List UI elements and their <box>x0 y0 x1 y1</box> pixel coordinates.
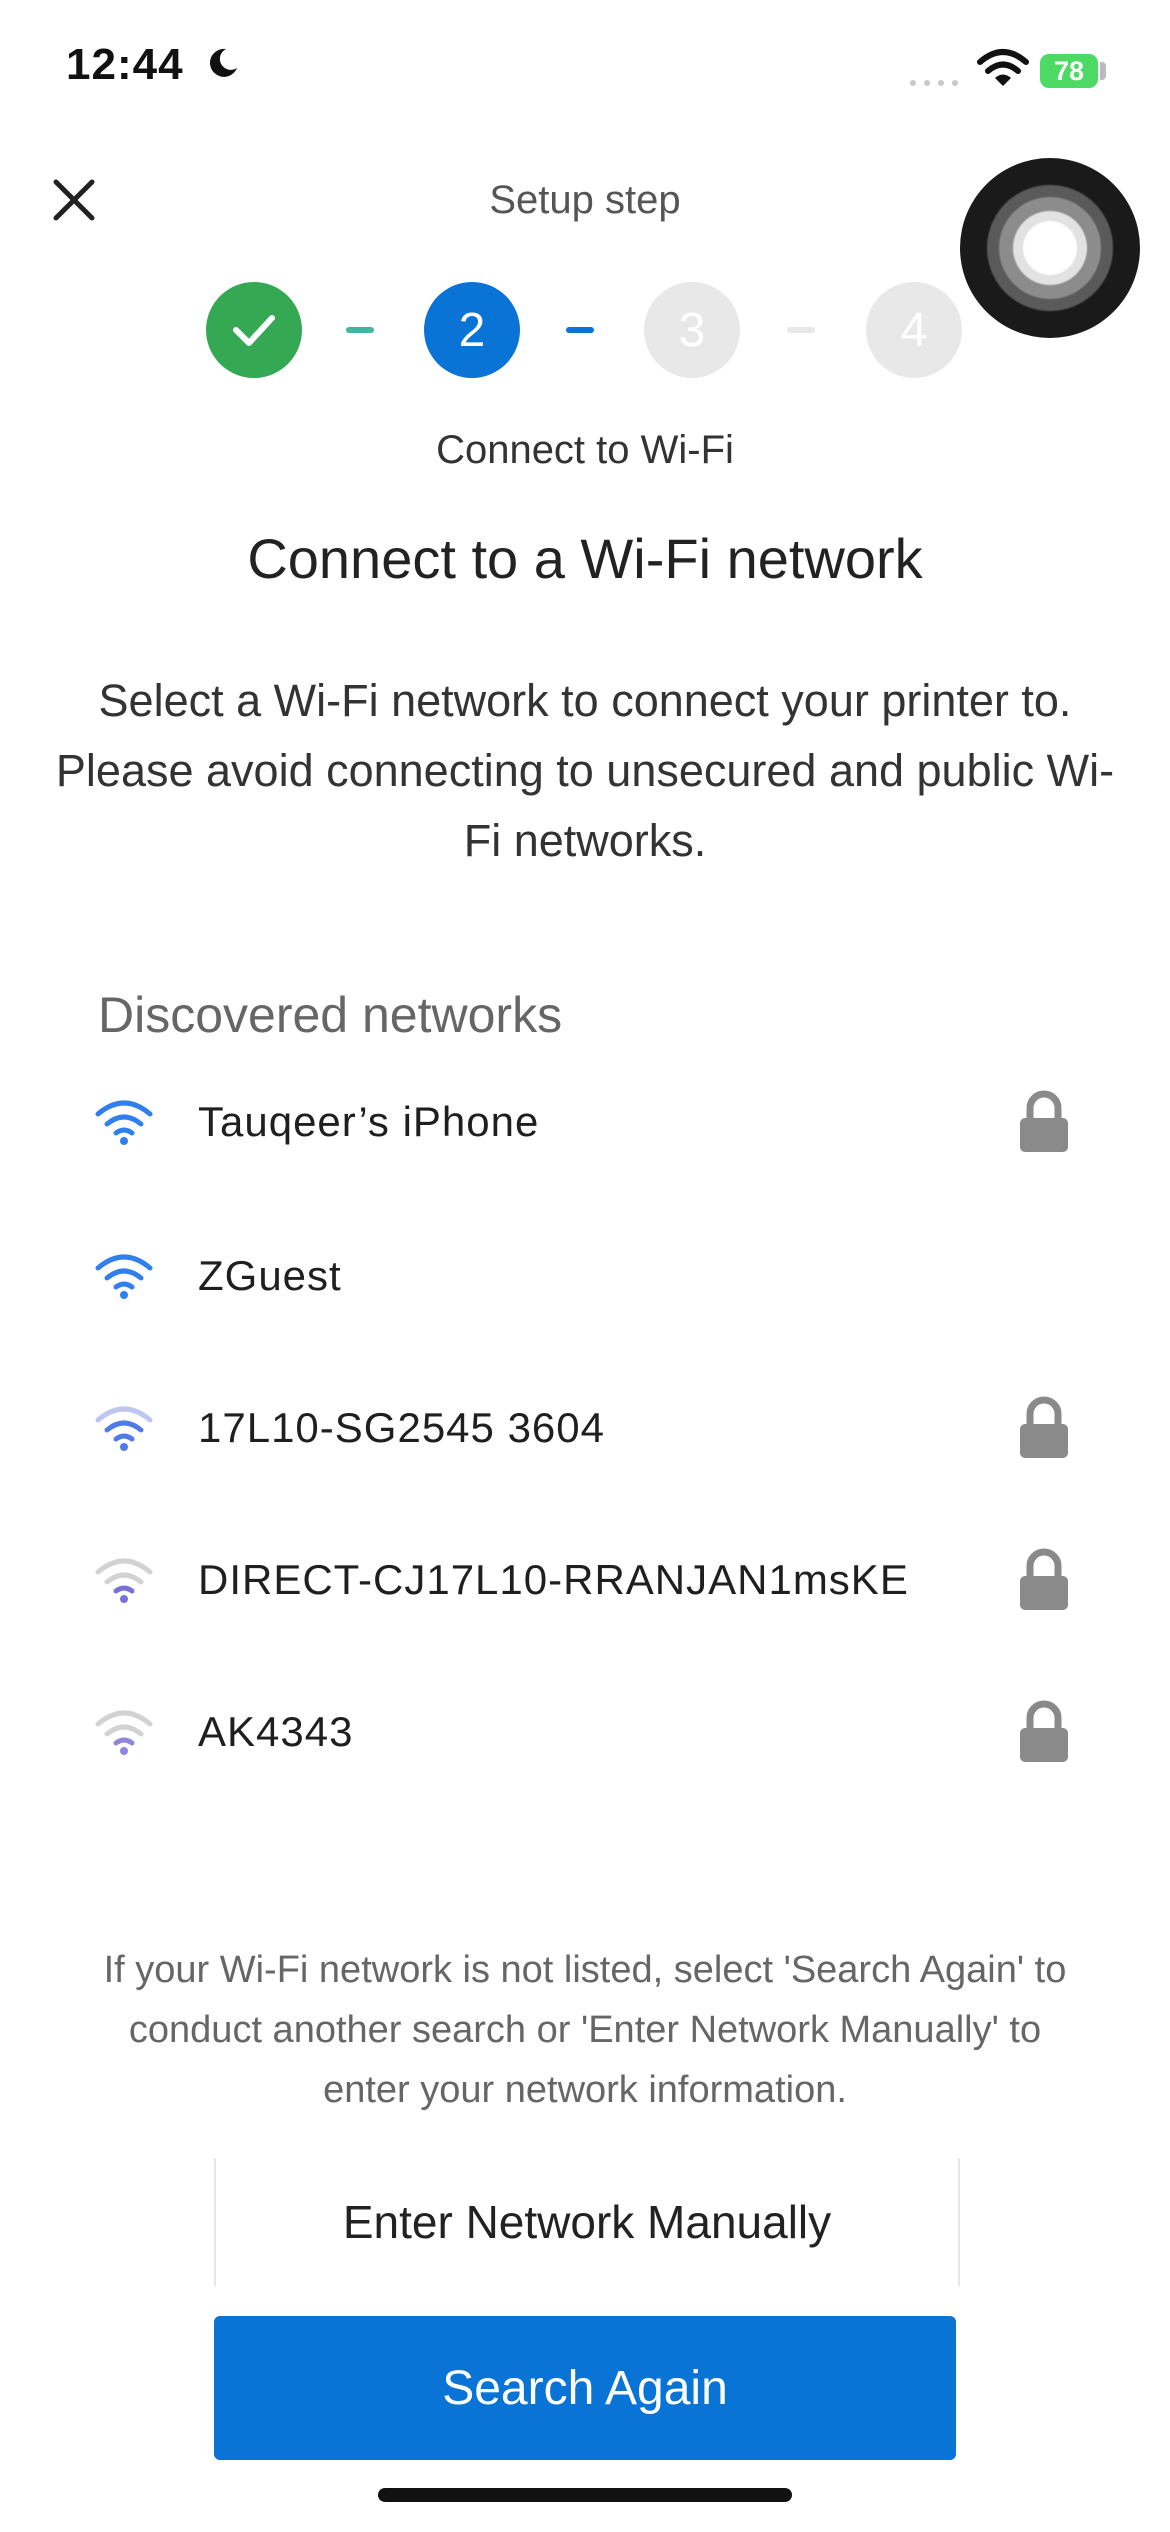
current-step-label: Connect to Wi-Fi <box>436 428 734 472</box>
home-indicator[interactable] <box>378 2488 792 2502</box>
network-row-tauqeers-iphone[interactable]: Tauqeer’s iPhone <box>60 1056 1110 1186</box>
wifi-signal-icon <box>95 1406 153 1451</box>
lock-icon <box>1020 1090 1068 1152</box>
cellular-signal-icon <box>910 80 958 86</box>
lock-icon <box>1020 1700 1068 1762</box>
screen-record-overlay[interactable] <box>960 158 1140 338</box>
search-again-button[interactable]: Search Again <box>214 2316 956 2460</box>
step-1-complete <box>206 282 302 378</box>
battery-tip <box>1100 62 1106 80</box>
wifi-signal-icon <box>95 1710 153 1755</box>
instructions-text: Select a Wi-Fi network to connect your p… <box>55 675 1115 866</box>
status-time: 12:44 <box>66 40 184 89</box>
network-row-ak4343[interactable]: AK4343 <box>60 1666 1110 1796</box>
step-connector <box>566 327 594 333</box>
moon-icon <box>209 48 237 77</box>
wifi-status-icon <box>977 49 1029 86</box>
network-row-direct-cj17l10[interactable]: DIRECT-CJ17L10-RRANJAN1msKE <box>60 1514 1110 1644</box>
network-name: Tauqeer’s iPhone <box>198 1098 540 1145</box>
lock-icon <box>1020 1396 1068 1458</box>
step-3-pending: 3 <box>644 282 740 378</box>
help-text: If your Wi-Fi network is not listed, sel… <box>103 1949 1067 2111</box>
network-name: DIRECT-CJ17L10-RRANJAN1msKE <box>198 1556 909 1603</box>
step-connector <box>787 327 815 333</box>
step-connector <box>346 327 374 333</box>
network-row-zguest[interactable]: ZGuest <box>60 1210 1110 1340</box>
section-title: Discovered networks <box>98 987 563 1043</box>
lock-icon <box>1020 1548 1068 1610</box>
step-2-current: 2 <box>424 282 520 378</box>
enter-network-manually-button[interactable]: Enter Network Manually <box>214 2158 960 2286</box>
wifi-signal-icon <box>95 1254 153 1299</box>
wifi-signal-icon <box>95 1558 153 1603</box>
network-name: 17L10-SG2545 3604 <box>198 1404 605 1451</box>
step-4-pending: 4 <box>866 282 962 378</box>
network-row-17l10-sg2545[interactable]: 17L10-SG2545 3604 <box>60 1362 1110 1492</box>
page-title: Connect to a Wi-Fi network <box>247 527 923 590</box>
network-name: AK4343 <box>198 1708 354 1755</box>
network-name: ZGuest <box>198 1252 342 1299</box>
wifi-signal-icon <box>95 1100 153 1145</box>
battery-indicator: 78 <box>1040 54 1098 88</box>
checkmark-icon <box>233 315 275 346</box>
